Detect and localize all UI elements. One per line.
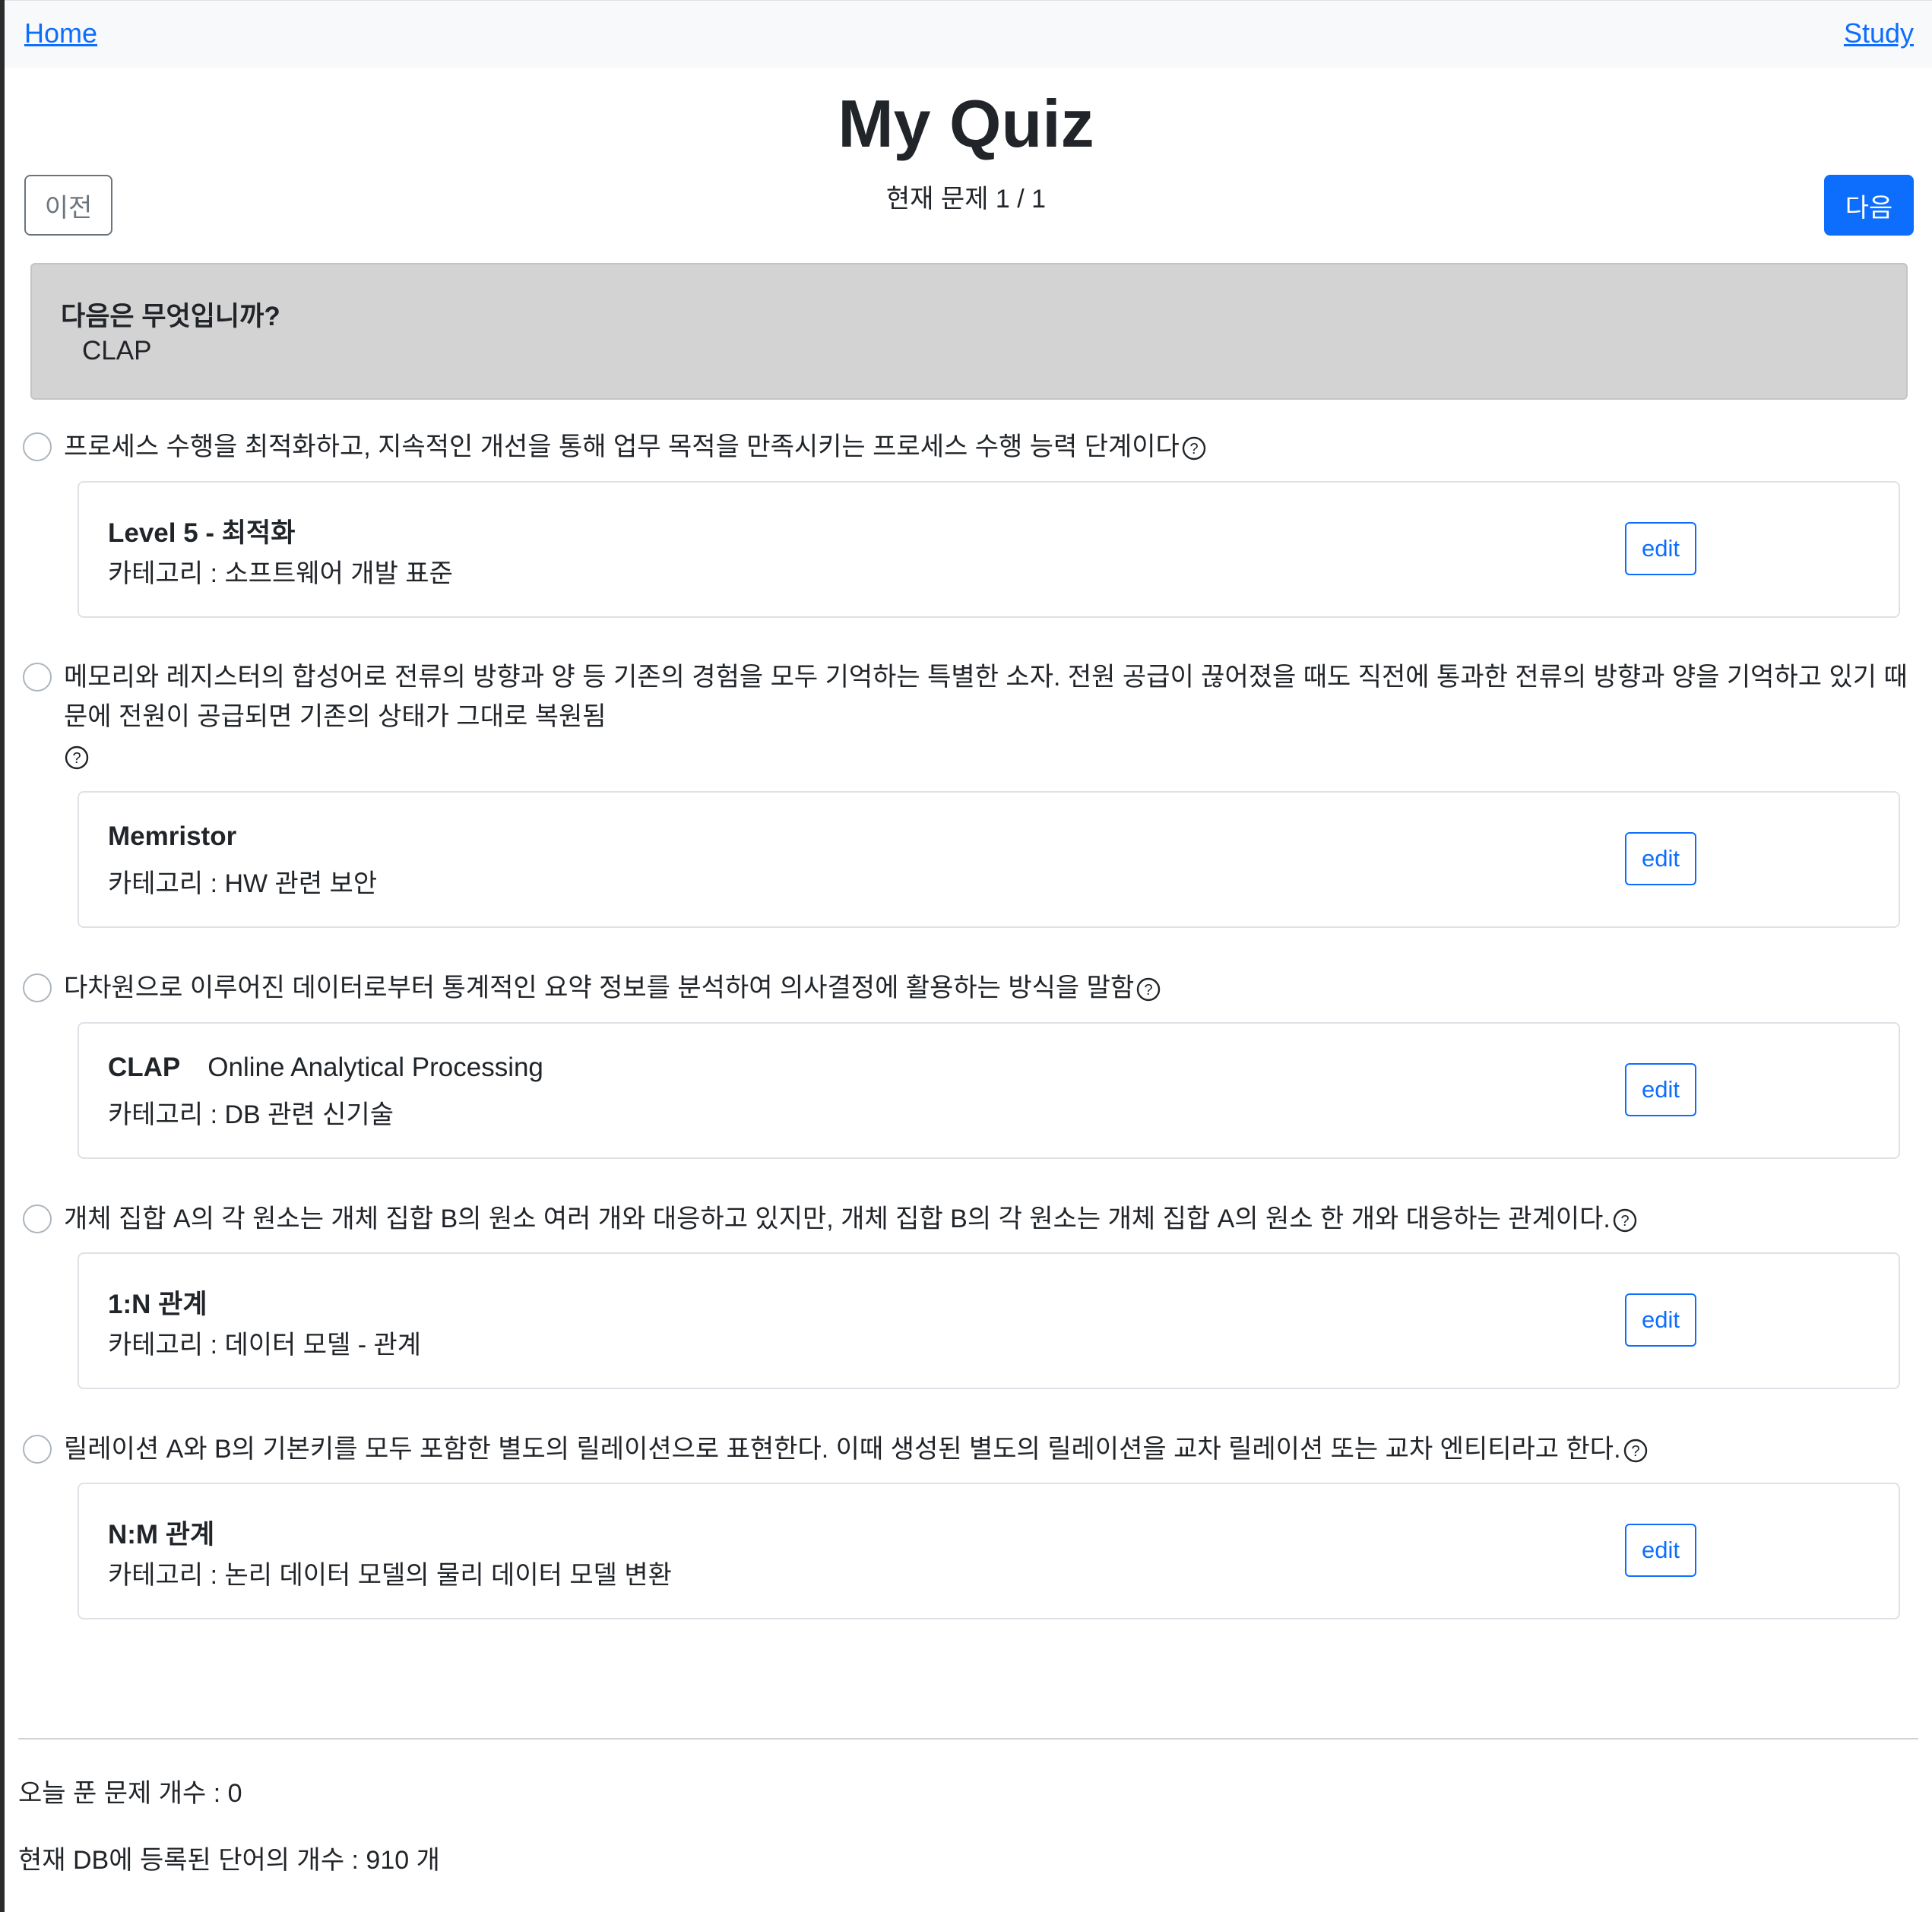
question-mark-icon[interactable]: ?	[64, 745, 90, 771]
option-radio[interactable]	[23, 663, 52, 692]
edit-button[interactable]: edit	[1625, 1524, 1696, 1577]
edit-button[interactable]: edit	[1625, 832, 1696, 885]
card-category: 카테고리 : HW 관련 보안	[108, 869, 378, 898]
nav-home-link[interactable]: Home	[24, 17, 97, 49]
definition-text: 프로세스 수행을 최적화하고, 지속적인 개선을 통해 업무 목적을 만족시키는…	[64, 432, 1180, 461]
nav-study-link[interactable]: Study	[1844, 17, 1914, 49]
option-definition: 릴레이션 A와 B의 기본키를 모두 포함한 별도의 릴레이션으로 표현한다. …	[64, 1429, 1911, 1469]
svg-text:?: ?	[1145, 982, 1153, 999]
db-word-count: 현재 DB에 등록된 단어의 개수 : 910 개	[18, 1846, 440, 1875]
term-text: 1:N 관계	[108, 1290, 207, 1319]
card-term: Memristor	[108, 821, 236, 852]
question-progress: 현재 문제 1 / 1	[885, 185, 1047, 214]
question-mark-icon[interactable]: ?	[1135, 977, 1161, 1002]
question-term: CLAP	[82, 336, 152, 366]
answer-card: CLAP Online Analytical Processing 카테고리 : …	[78, 1022, 1900, 1159]
answer-card: 1:N 관계 카테고리 : 데이터 모델 - 관계 edit	[78, 1252, 1900, 1389]
card-category: 카테고리 : 논리 데이터 모델의 물리 데이터 모델 변환	[108, 1561, 672, 1590]
term-subtitle: Online Analytical Processing	[207, 1053, 543, 1082]
question-box: 다음은 무엇입니까? CLAP	[30, 263, 1908, 400]
definition-text: 릴레이션 A와 B의 기본키를 모두 포함한 별도의 릴레이션으로 표현한다. …	[64, 1435, 1621, 1464]
option-radio[interactable]	[23, 1204, 52, 1233]
answer-card: Memristor 카테고리 : HW 관련 보안 edit	[78, 791, 1900, 928]
answer-card: Level 5 - 최적화 카테고리 : 소프트웨어 개발 표준 edit	[78, 481, 1900, 618]
svg-text:?: ?	[72, 750, 81, 767]
edit-button[interactable]: edit	[1625, 1293, 1696, 1347]
question-mark-icon[interactable]: ?	[1181, 435, 1207, 461]
answer-card: N:M 관계 카테고리 : 논리 데이터 모델의 물리 데이터 모델 변환 ed…	[78, 1483, 1900, 1619]
card-term: 1:N 관계	[108, 1283, 207, 1322]
top-navbar: Home Study	[5, 0, 1932, 68]
term-text: CLAP	[108, 1053, 181, 1082]
svg-text:?: ?	[1631, 1443, 1639, 1460]
svg-text:?: ?	[1189, 441, 1198, 457]
definition-text: 다차원으로 이루어진 데이터로부터 통계적인 요약 정보를 분석하여 의사결정에…	[64, 973, 1135, 1002]
option-radio[interactable]	[23, 432, 52, 461]
option-radio[interactable]	[23, 973, 52, 1002]
svg-text:?: ?	[1620, 1213, 1629, 1230]
option-definition: 개체 집합 A의 각 원소는 개체 집합 B의 원소 여러 개와 대응하고 있지…	[64, 1199, 1911, 1239]
card-term: CLAP Online Analytical Processing	[108, 1053, 543, 1083]
edit-button[interactable]: edit	[1625, 1063, 1696, 1116]
option-definition: 다차원으로 이루어진 데이터로부터 통계적인 요약 정보를 분석하여 의사결정에…	[64, 968, 1911, 1008]
page-title: My Quiz	[838, 86, 1094, 161]
definition-text: 개체 집합 A의 각 원소는 개체 집합 B의 원소 여러 개와 대응하고 있지…	[64, 1204, 1611, 1233]
option-definition: 메모리와 레지스터의 합성어로 전류의 방향과 양 등 기존의 경험을 모두 기…	[64, 657, 1911, 776]
card-term: Level 5 - 최적화	[108, 511, 295, 550]
question-mark-icon[interactable]: ?	[1623, 1438, 1649, 1464]
edit-button[interactable]: edit	[1625, 522, 1696, 575]
left-edge	[0, 0, 5, 1912]
card-category: 카테고리 : DB 관련 신기술	[108, 1100, 394, 1129]
option-definition: 프로세스 수행을 최적화하고, 지속적인 개선을 통해 업무 목적을 만족시키는…	[64, 427, 1911, 467]
term-text: N:M 관계	[108, 1520, 215, 1550]
option-radio[interactable]	[23, 1435, 52, 1464]
solved-today-count: 오늘 푼 문제 개수 : 0	[18, 1779, 242, 1808]
card-category: 카테고리 : 데이터 모델 - 관계	[108, 1331, 422, 1360]
question-label: 다음은 무엇입니까?	[61, 302, 280, 331]
question-mark-icon[interactable]: ?	[1612, 1208, 1638, 1233]
card-category: 카테고리 : 소프트웨어 개발 표준	[108, 559, 453, 588]
term-text: Memristor	[108, 821, 237, 851]
card-term: N:M 관계	[108, 1513, 214, 1552]
term-text: Level 5 - 최적화	[108, 518, 296, 548]
footer-divider	[18, 1738, 1918, 1739]
definition-text: 메모리와 레지스터의 합성어로 전류의 방향과 양 등 기존의 경험을 모두 기…	[64, 663, 1908, 731]
next-button[interactable]: 다음	[1824, 175, 1914, 236]
